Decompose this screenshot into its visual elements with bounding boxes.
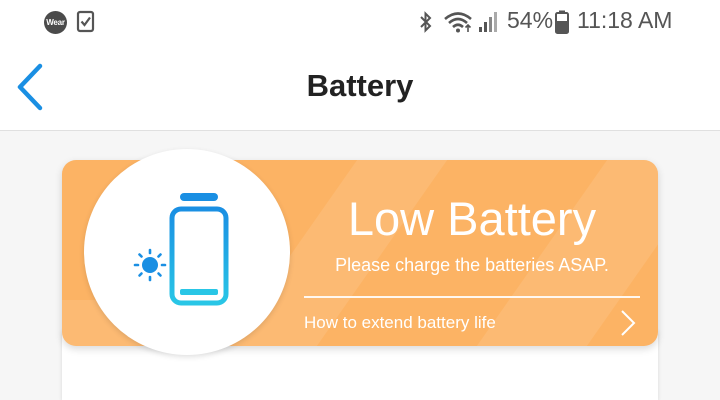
bluetooth-icon	[420, 11, 432, 33]
checkbox-notification-icon	[76, 10, 95, 33]
battery-icon	[555, 10, 569, 34]
low-battery-icon	[133, 193, 229, 306]
signal-icon	[479, 12, 497, 32]
chevron-right-icon	[621, 310, 636, 336]
clock: 11:18 AM	[577, 7, 673, 33]
app-header: Battery	[0, 44, 720, 131]
wear-app-icon: Wear	[44, 11, 67, 34]
extend-battery-life-link[interactable]: How to extend battery life	[304, 300, 640, 344]
card-title: Low Battery	[347, 192, 597, 245]
battery-icon-circle	[84, 149, 290, 355]
extend-battery-life-label: How to extend battery life	[304, 313, 496, 332]
status-bar: Wear 54% 11:18 AM	[0, 0, 720, 44]
page-title: Battery	[306, 68, 414, 103]
sun-icon	[133, 248, 167, 282]
wifi-icon	[444, 12, 472, 33]
battery-percent: 54%	[507, 7, 554, 33]
card-divider	[304, 296, 640, 298]
card-subtitle: Please charge the batteries ASAP.	[335, 255, 609, 275]
